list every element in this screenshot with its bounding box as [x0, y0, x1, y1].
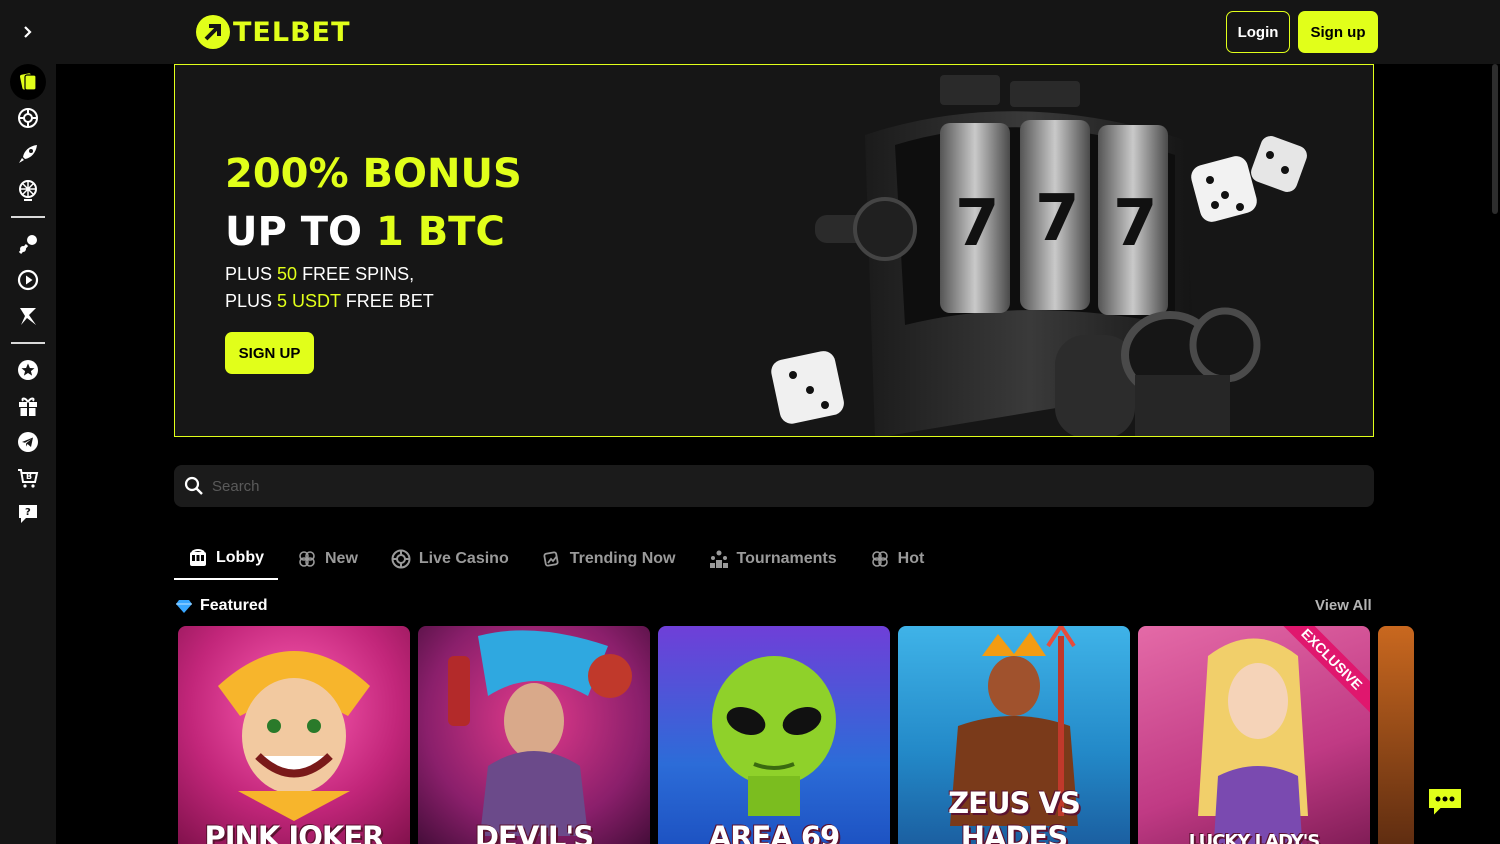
search-input[interactable] [212, 465, 1374, 507]
chip-icon [391, 549, 411, 569]
tab-live-casino-label: Live Casino [418, 550, 509, 567]
esports-icon [20, 308, 36, 325]
game-card-area-69[interactable]: AREA 69 [658, 626, 890, 844]
sidebar-item-favorites[interactable] [10, 352, 46, 388]
game-search-bar [174, 465, 1374, 507]
game-card-zeus-vs-hades[interactable]: ZEUS VS HADES [898, 626, 1130, 844]
game-title: LUCKY LADY'S [1188, 831, 1320, 844]
svg-text:7: 7 [955, 187, 1000, 261]
game-title: AREA 69 [708, 820, 840, 844]
live-chat-icon[interactable] [1425, 785, 1465, 819]
search-icon [184, 476, 203, 495]
login-button[interactable]: Login [1226, 11, 1290, 53]
sidebar-item-casino[interactable] [10, 64, 46, 100]
view-all-link[interactable]: View All [1315, 597, 1372, 614]
game-card-devils[interactable]: DEVIL'S [418, 626, 650, 844]
game-title: ZEUS VS HADES [948, 786, 1081, 844]
roulette-icon [18, 108, 38, 128]
hero-free-spins: PLUS 50 FREE SPINS, [225, 264, 414, 285]
chevron-right-icon [24, 26, 32, 38]
hero-free-bet-prefix: PLUS [225, 291, 278, 311]
svg-text:?: ? [25, 507, 31, 518]
svg-text:7: 7 [1035, 182, 1080, 256]
game-card-partial[interactable] [1378, 626, 1414, 844]
sidebar-item-promotions[interactable] [10, 388, 46, 424]
star-icon [18, 360, 38, 380]
telbet-logo[interactable]: TELBET [196, 14, 351, 50]
tab-tournaments-label: Tournaments [736, 550, 837, 567]
clover-icon [299, 551, 315, 567]
tab-lobby[interactable]: Lobby [174, 538, 278, 580]
logo-text: TELBET [233, 16, 351, 48]
telegram-icon [18, 432, 38, 452]
gift-icon [19, 397, 37, 416]
game-card-pink-joker[interactable]: PINK JOKER [178, 626, 410, 844]
svg-text:B: B [26, 472, 32, 481]
tab-tournaments[interactable]: Tournaments [695, 538, 851, 580]
sidebar-item-crash[interactable] [10, 136, 46, 172]
podium-icon [709, 550, 728, 568]
sidebar-divider [11, 216, 45, 218]
hero-free-bet-suffix: FREE BET [340, 291, 434, 311]
tab-hot-label: Hot [897, 550, 925, 567]
expand-sidebar-button[interactable] [14, 18, 42, 46]
cards-icon [20, 73, 37, 91]
sidebar-item-telegram[interactable] [10, 424, 46, 460]
hero-free-spins-prefix: PLUS [225, 264, 278, 284]
tab-new[interactable]: New [283, 538, 372, 580]
joker-illustration [218, 651, 370, 821]
sidebar-item-wheel[interactable] [10, 172, 46, 208]
featured-section-title: Featured [176, 597, 268, 615]
svg-text:7: 7 [1113, 187, 1158, 261]
tab-hot[interactable]: Hot [856, 538, 939, 580]
slot-machine-icon [190, 549, 206, 566]
tab-lobby-label: Lobby [216, 549, 264, 566]
hero-free-spins-count: 50 [277, 264, 298, 284]
sidebar-item-buy-crypto[interactable]: B [10, 460, 46, 496]
devil-illustration [448, 630, 632, 836]
cards-trending-icon [543, 551, 559, 567]
wheel-icon [19, 180, 37, 201]
hero-free-bet-amount: 5 USDT [277, 291, 341, 311]
hero-banner: 200% BONUS UP TO 1 BTC PLUS 50 FREE SPIN… [174, 64, 1374, 437]
sidebar-item-live-casino[interactable] [10, 100, 46, 136]
tab-trending-now-label: Trending Now [569, 550, 676, 567]
page-scrollbar[interactable] [1492, 64, 1498, 214]
sidebar-divider [11, 342, 45, 344]
sidebar: B ? [0, 64, 56, 844]
hero-amount-prefix: UP TO [225, 209, 376, 255]
signup-button[interactable]: Sign up [1298, 11, 1378, 53]
hero-signup-button[interactable]: SIGN UP [225, 332, 314, 374]
sidebar-item-support[interactable]: ? [10, 496, 46, 532]
rocket-icon [19, 145, 37, 163]
sports-icon [18, 235, 37, 254]
tab-new-label: New [325, 550, 358, 567]
sidebar-item-sports[interactable] [10, 226, 46, 262]
crypto-cart-icon: B [18, 469, 39, 488]
hero-headline-bonus: 200% BONUS [225, 151, 522, 197]
support-chat-icon: ? [19, 505, 37, 523]
game-title: PINK JOKER [204, 820, 385, 844]
hero-free-bet: PLUS 5 USDT FREE BET [225, 291, 434, 312]
hero-free-spins-suffix: FREE SPINS, [297, 264, 415, 284]
hero-amount-value: 1 BTC [375, 209, 505, 255]
play-icon [17, 269, 39, 291]
logo-arrow-icon [196, 15, 230, 49]
clover-hot-icon [871, 551, 888, 567]
alien-illustration [712, 656, 836, 816]
sidebar-item-live-sports[interactable] [10, 262, 46, 298]
hero-headline-amount: UP TO 1 BTC [225, 209, 505, 255]
featured-label: Featured [200, 597, 268, 614]
sidebar-item-esports[interactable] [10, 298, 46, 334]
diamond-icon [176, 600, 192, 613]
game-card-lucky-ladys[interactable]: EXCLUSIVE LUCKY LADY'S [1138, 626, 1370, 844]
category-tabs: Lobby New Live Casino Trending Now Tourn… [174, 538, 943, 580]
tab-live-casino[interactable]: Live Casino [377, 538, 523, 580]
slot-machine-illustration: 7 7 7 [771, 75, 1307, 436]
game-title: DEVIL'S [474, 820, 594, 844]
tab-trending-now[interactable]: Trending Now [528, 538, 690, 580]
featured-games-row: PINK JOKER DEVIL'S AREA 69 ZEUS VS HADES… [178, 626, 1414, 844]
top-bar: TELBET Login Sign up [0, 0, 1500, 64]
